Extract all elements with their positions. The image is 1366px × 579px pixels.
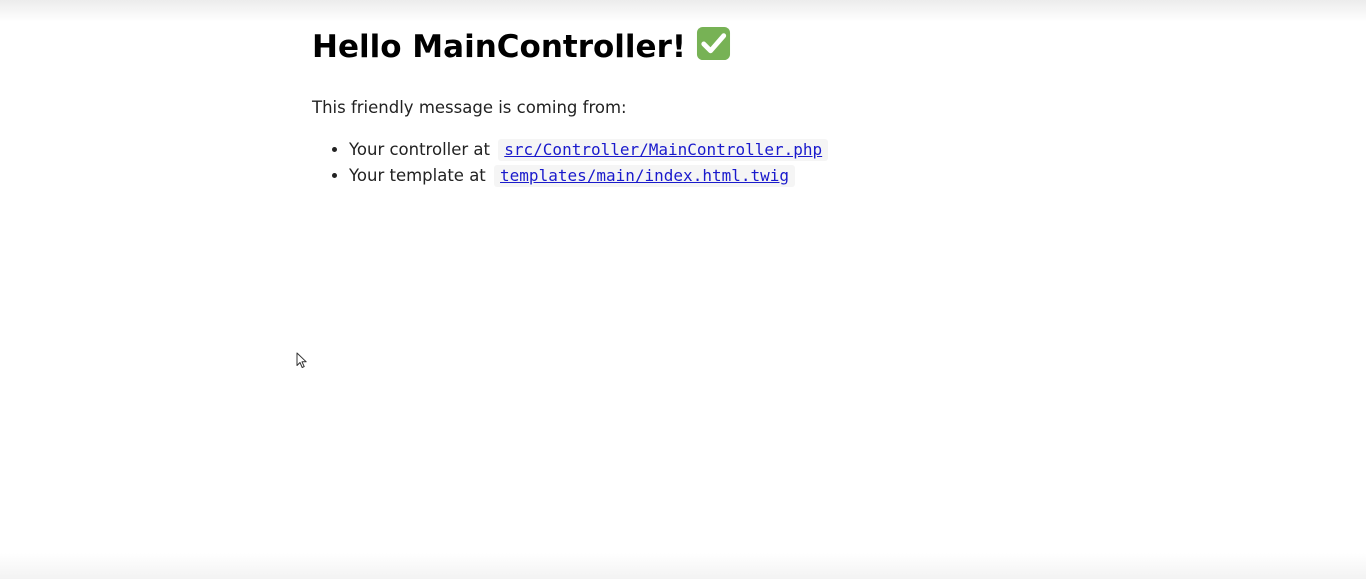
list-item: Your template at templates/main/index.ht…	[349, 163, 1072, 189]
template-label: Your template at	[349, 165, 486, 185]
list-item: Your controller at src/Controller/MainCo…	[349, 137, 1072, 163]
template-path-link[interactable]: templates/main/index.html.twig	[494, 164, 796, 187]
source-list: Your controller at src/Controller/MainCo…	[312, 137, 1072, 188]
bottom-shade	[0, 553, 1366, 579]
controller-label: Your controller at	[349, 140, 491, 159]
page-title: Hello MainController!	[312, 26, 1072, 67]
page-title-text: Hello MainController!	[312, 29, 686, 65]
controller-path-link[interactable]: src/Controller/MainController.php	[498, 139, 829, 161]
welcome-wrapper: Hello MainController! This friendly mess…	[312, 26, 1072, 188]
intro-text: This friendly message is coming from:	[312, 98, 627, 117]
check-mark-icon	[696, 26, 731, 61]
mouse-pointer-icon	[296, 352, 307, 368]
top-shade	[0, 0, 1366, 22]
